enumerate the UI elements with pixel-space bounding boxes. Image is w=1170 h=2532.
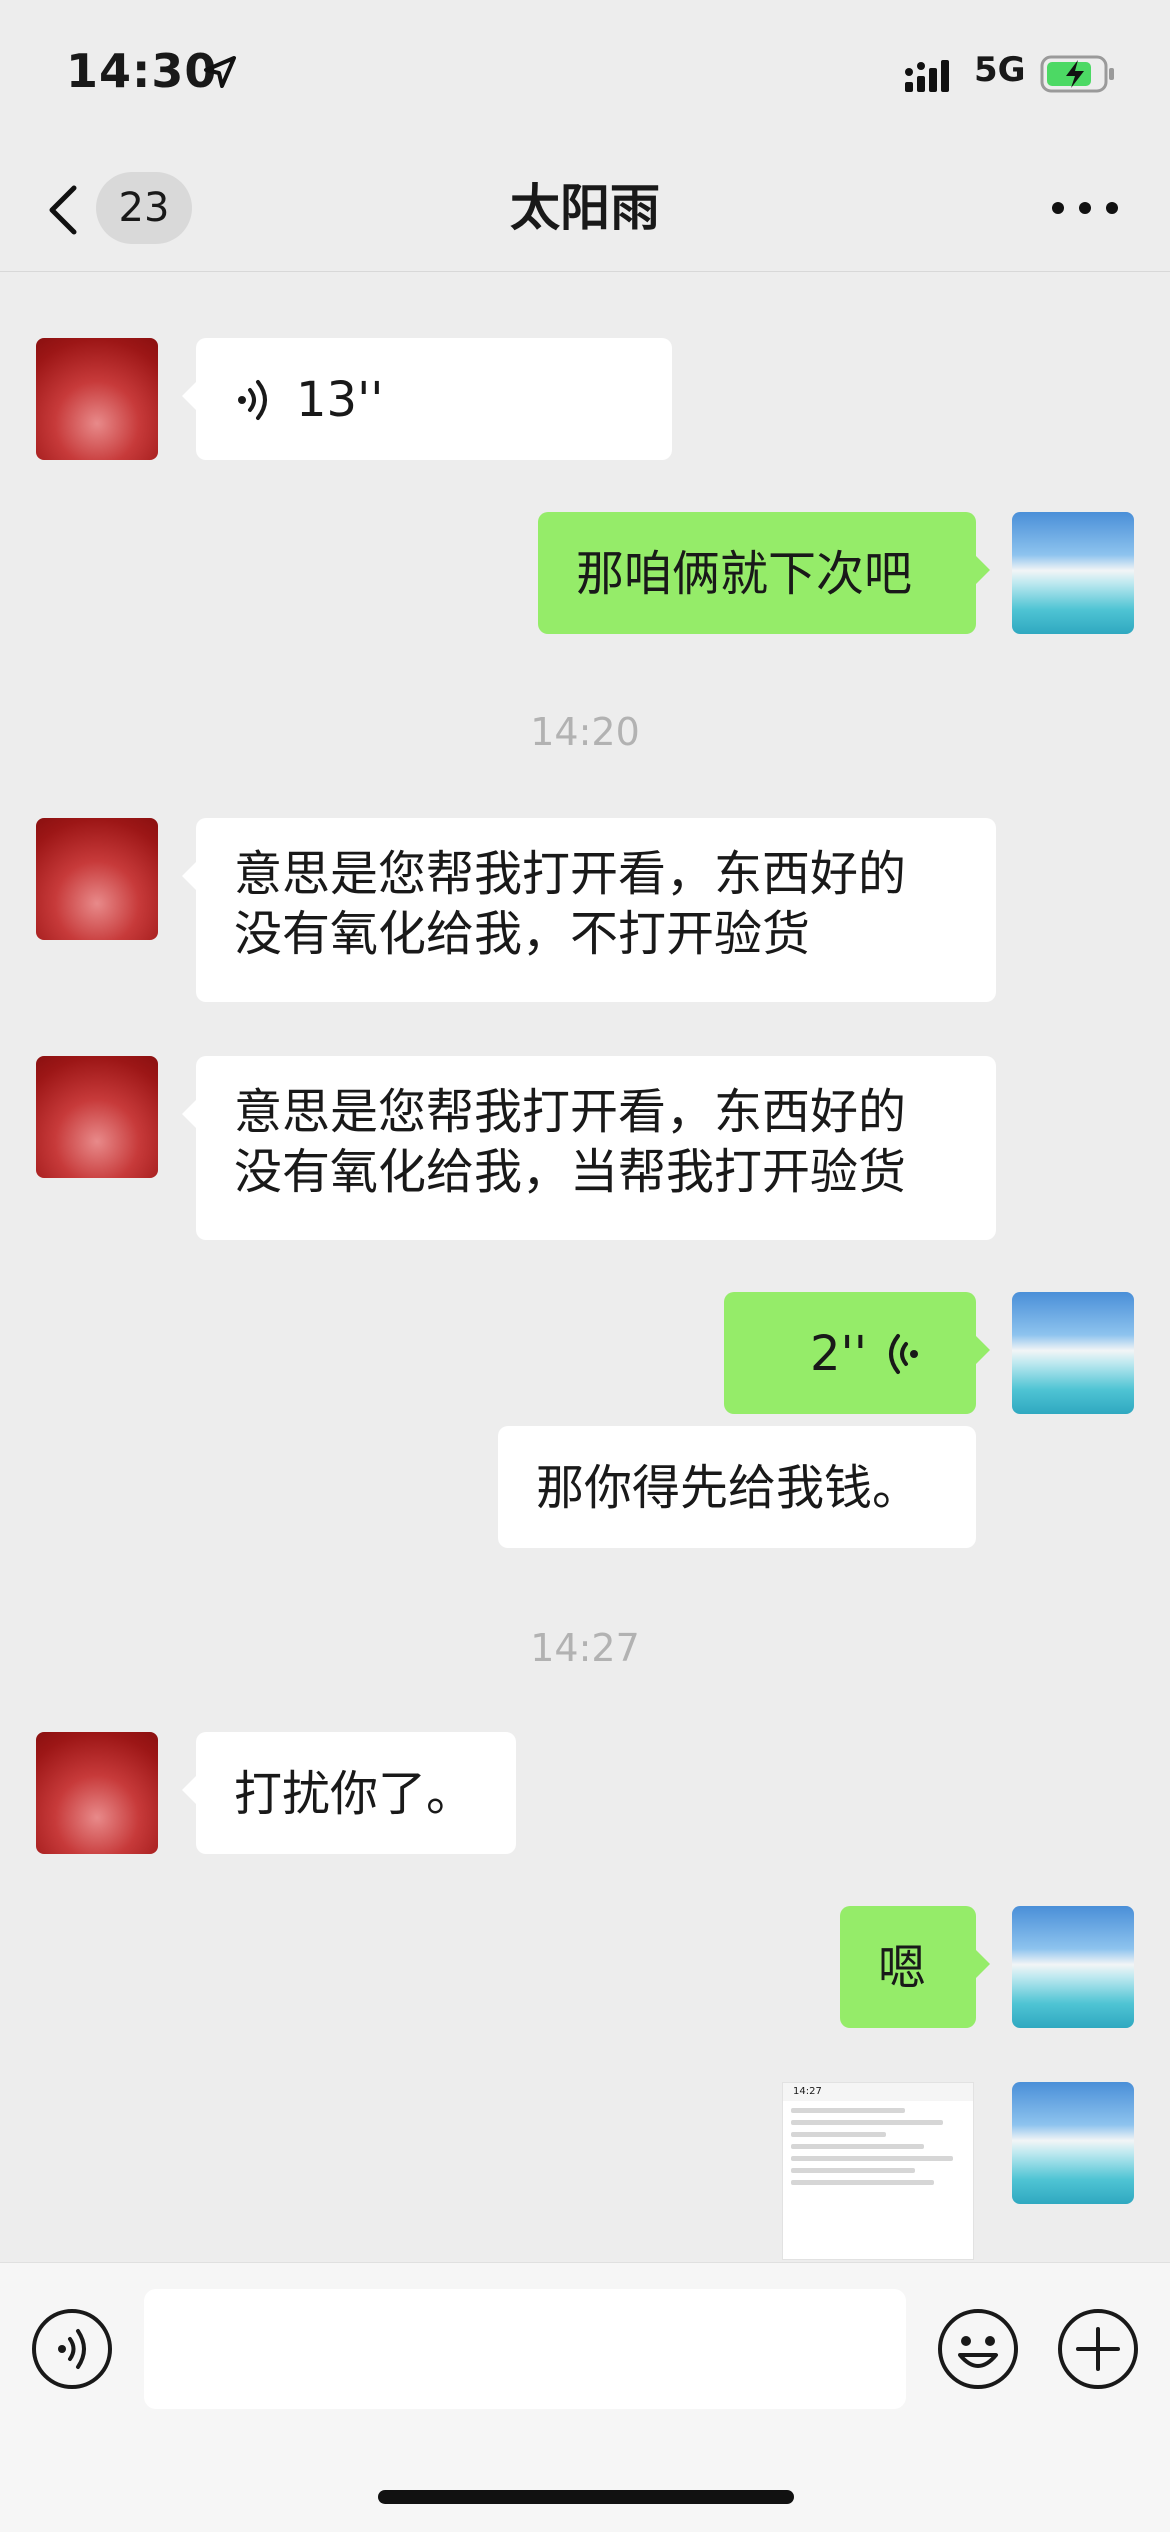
voice-message[interactable]: 2'' <box>724 1292 990 1414</box>
timestamp: 14:20 <box>530 710 640 754</box>
contact-avatar[interactable] <box>36 338 158 460</box>
network-type: 5G <box>974 50 1026 90</box>
thumbnail-line <box>791 2168 915 2173</box>
message-bubble[interactable]: 那咱俩就下次吧 <box>538 512 990 634</box>
message-text-line: 意思是您帮我打开看，东西好的 <box>234 1084 907 1140</box>
message-text: 打扰你了。 <box>234 1766 475 1822</box>
thumbnail-line <box>791 2156 953 2161</box>
plus-icon[interactable] <box>1056 2307 1140 2391</box>
status-time: 14:30 <box>66 44 218 98</box>
thumbnail-line <box>791 2144 924 2149</box>
my-avatar[interactable] <box>1012 512 1134 634</box>
message-bubble[interactable]: 意思是您帮我打开看，东西好的 没有氧化给我，不打开验货 <box>182 818 996 1002</box>
message-bubble[interactable]: 那你得先给我钱。 <box>498 1426 976 1548</box>
thumbnail-line <box>791 2132 886 2137</box>
nav-bar: 23 太阳雨 <box>0 150 1170 272</box>
voice-icon[interactable] <box>30 2307 114 2391</box>
message-text-line: 没有氧化给我，不打开验货 <box>234 906 811 962</box>
more-icon[interactable] <box>1050 198 1120 218</box>
battery-charging-icon <box>1040 55 1114 93</box>
message-text: 那咱俩就下次吧 <box>576 546 913 602</box>
emoji-icon[interactable] <box>936 2307 1020 2391</box>
signal-icon <box>905 60 949 92</box>
message-bubble[interactable]: 嗯 <box>840 1906 990 2028</box>
message-text: 嗯 <box>878 1940 927 1996</box>
thumbnail-line <box>791 2108 905 2113</box>
message-bubble[interactable]: 意思是您帮我打开看，东西好的 没有氧化给我，当帮我打开验货 <box>182 1056 996 1240</box>
location-arrow-icon <box>204 56 236 88</box>
message-text-line: 没有氧化给我，当帮我打开验货 <box>234 1144 907 1200</box>
thumbnail-status-time: 14:27 <box>783 2083 973 2101</box>
status-bar: 14:30 5G <box>0 0 1170 150</box>
voice-wave-icon <box>238 380 267 420</box>
message-bubble[interactable]: 打扰你了。 <box>182 1732 516 1854</box>
voice-duration: 13'' <box>296 372 384 428</box>
timestamp: 14:27 <box>530 1626 640 1670</box>
chat-title: 太阳雨 <box>510 179 660 237</box>
home-indicator[interactable] <box>378 2490 794 2504</box>
thumbnail-line <box>791 2180 934 2185</box>
voice-wave-icon <box>889 1334 918 1374</box>
my-avatar[interactable] <box>1012 1906 1134 2028</box>
contact-avatar[interactable] <box>36 1056 158 1178</box>
voice-duration: 2'' <box>810 1326 867 1382</box>
thumbnail-line <box>791 2120 943 2125</box>
contact-avatar[interactable] <box>36 1732 158 1854</box>
message-text: 那你得先给我钱。 <box>536 1460 921 1516</box>
voice-message[interactable]: 13'' <box>182 338 672 460</box>
image-message[interactable]: 14:27 <box>782 2082 974 2260</box>
my-avatar[interactable] <box>1012 1292 1134 1414</box>
message-text-line: 意思是您帮我打开看，东西好的 <box>234 846 907 902</box>
my-avatar[interactable] <box>1012 2082 1134 2204</box>
message-input[interactable] <box>144 2289 906 2409</box>
contact-avatar[interactable] <box>36 818 158 940</box>
